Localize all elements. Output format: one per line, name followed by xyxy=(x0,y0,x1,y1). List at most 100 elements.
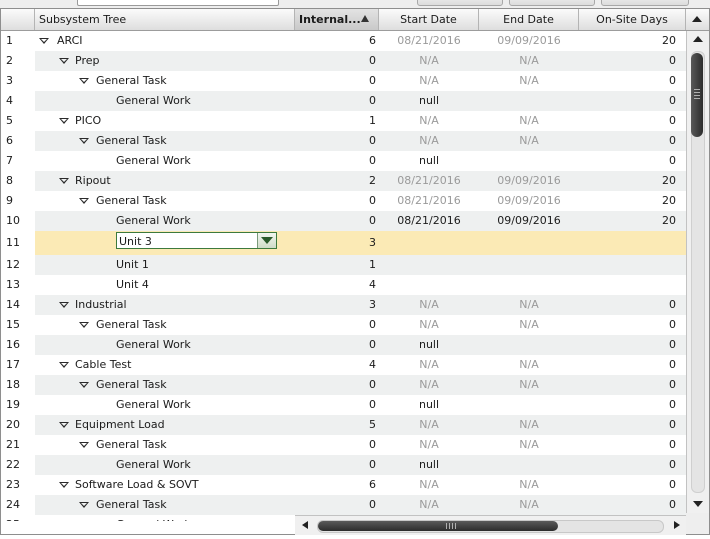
tree-label: Equipment Load xyxy=(75,418,165,431)
scroll-up-icon[interactable] xyxy=(687,31,709,48)
end-date: N/A xyxy=(519,298,539,311)
table-row[interactable]: 17 Cable Test 4 N/A N/A 0 xyxy=(1,355,686,375)
header-corner[interactable] xyxy=(686,9,709,30)
tree-cell[interactable]: Industrial xyxy=(35,295,295,315)
table-row[interactable]: 1 ARCI 6 08/21/2016 09/09/2016 20 xyxy=(1,31,686,51)
tree-cell[interactable]: PICO xyxy=(35,111,295,131)
expand-toggle-icon[interactable] xyxy=(59,118,69,124)
table-row[interactable]: 7 General Work 0 null 0 xyxy=(1,151,686,171)
tree-cell[interactable]: Equipment Load xyxy=(35,415,295,435)
tree-cell[interactable]: General Work xyxy=(35,335,295,355)
vertical-scroll-thumb[interactable] xyxy=(691,53,703,137)
table-row[interactable]: 18 General Task 0 N/A N/A 0 xyxy=(1,375,686,395)
table-row[interactable]: 11 Unit 3 3 xyxy=(1,231,686,255)
table-row[interactable]: 16 General Work 0 null 0 xyxy=(1,335,686,355)
table-row[interactable]: 23 Software Load & SOVT 6 N/A N/A 0 xyxy=(1,475,686,495)
header-row-number[interactable] xyxy=(1,9,35,30)
table-row[interactable]: 10 General Work 0 08/21/2016 09/09/2016 20 xyxy=(1,211,686,231)
thumb-grip xyxy=(446,523,447,529)
table-row[interactable]: 22 General Work 0 null 0 xyxy=(1,455,686,475)
internal-value: 6 xyxy=(369,34,376,47)
toolbar-button-2[interactable] xyxy=(509,0,595,6)
header-end-date[interactable]: End Date xyxy=(479,9,579,30)
row-number: 21 xyxy=(1,435,35,455)
header-on-site-days[interactable]: On-Site Days xyxy=(579,9,686,30)
header-internal[interactable]: Internal... xyxy=(295,9,379,30)
tree-label: General Work xyxy=(116,515,191,521)
table-row[interactable]: 8 Ripout 2 08/21/2016 09/09/2016 20 xyxy=(1,171,686,191)
scroll-down-icon[interactable] xyxy=(687,496,709,513)
end-date: N/A xyxy=(519,378,539,391)
start-date: null xyxy=(418,94,440,107)
table-row[interactable]: 24 General Task 0 N/A N/A 0 xyxy=(1,495,686,515)
tree-cell[interactable]: Unit 1 xyxy=(35,255,295,275)
header-start-date[interactable]: Start Date xyxy=(379,9,479,30)
table-row[interactable]: 13 Unit 4 4 xyxy=(1,275,686,295)
table-row[interactable]: 14 Industrial 3 N/A N/A 0 xyxy=(1,295,686,315)
tree-cell[interactable]: Software Load & SOVT xyxy=(35,475,295,495)
row-number: 23 xyxy=(1,475,35,495)
vertical-scrollbar[interactable] xyxy=(686,31,709,513)
expand-toggle-icon[interactable] xyxy=(79,442,89,448)
table-row[interactable]: 9 General Task 0 08/21/2016 09/09/2016 20 xyxy=(1,191,686,211)
thumb-grip xyxy=(694,89,700,90)
tree-cell[interactable]: General Task xyxy=(35,495,295,515)
tree-cell[interactable]: General Task xyxy=(35,191,295,211)
end-date: N/A xyxy=(519,318,539,331)
horizontal-scrollbar[interactable] xyxy=(295,515,686,535)
table-row[interactable]: 2 Prep 0 N/A N/A 0 xyxy=(1,51,686,71)
toolbar-input[interactable] xyxy=(77,0,279,6)
scroll-right-icon[interactable] xyxy=(668,516,686,535)
table-row[interactable]: 6 General Task 0 N/A N/A 0 xyxy=(1,131,686,151)
tree-cell[interactable]: Prep xyxy=(35,51,295,71)
header-subsystem-tree[interactable]: Subsystem Tree xyxy=(35,9,295,30)
expand-toggle-icon[interactable] xyxy=(79,198,89,204)
expand-toggle-icon[interactable] xyxy=(79,78,89,84)
tree-label: Cable Test xyxy=(75,358,132,371)
expand-toggle-icon[interactable] xyxy=(79,138,89,144)
tree-cell[interactable]: Ripout xyxy=(35,171,295,191)
table-row[interactable]: 15 General Task 0 N/A N/A 0 xyxy=(1,315,686,335)
tree-cell[interactable]: General Work xyxy=(35,91,295,111)
expand-toggle-icon[interactable] xyxy=(59,58,69,64)
table-row[interactable]: 3 General Task 0 N/A N/A 0 xyxy=(1,71,686,91)
table-row[interactable]: 4 General Work 0 null 0 xyxy=(1,91,686,111)
table-row[interactable]: 12 Unit 1 1 xyxy=(1,255,686,275)
tree-cell[interactable]: Cable Test xyxy=(35,355,295,375)
tree-cell[interactable]: General Task xyxy=(35,375,295,395)
toolbar-button-3[interactable] xyxy=(601,0,689,6)
toolbar-button-1[interactable] xyxy=(417,0,503,6)
row-number: 24 xyxy=(1,495,35,515)
tree-cell[interactable]: General Task xyxy=(35,131,295,151)
expand-toggle-icon[interactable] xyxy=(79,322,89,328)
expand-toggle-icon[interactable] xyxy=(79,382,89,388)
tree-cell[interactable]: General Work xyxy=(35,455,295,475)
tree-cell[interactable]: General Task xyxy=(35,315,295,335)
table-row[interactable]: 19 General Work 0 null 0 xyxy=(1,395,686,415)
horizontal-scroll-thumb[interactable] xyxy=(318,521,558,531)
tree-cell[interactable]: General Task xyxy=(35,435,295,455)
table-row[interactable]: 21 General Task 0 N/A N/A 0 xyxy=(1,435,686,455)
expand-toggle-icon[interactable] xyxy=(59,302,69,308)
table-row[interactable]: 20 Equipment Load 5 N/A N/A 0 xyxy=(1,415,686,435)
expand-toggle-icon[interactable] xyxy=(59,178,69,184)
tree-cell[interactable]: General Work xyxy=(35,395,295,415)
expand-toggle-icon[interactable] xyxy=(59,482,69,488)
tree-cell[interactable]: General Work xyxy=(35,151,295,171)
scroll-left-icon[interactable] xyxy=(297,516,315,535)
row-number: 25 xyxy=(1,515,35,521)
expand-toggle-icon[interactable] xyxy=(59,422,69,428)
unit-combo-editor[interactable]: Unit 3 xyxy=(116,232,277,249)
expand-toggle-icon[interactable] xyxy=(59,362,69,368)
chevron-down-icon[interactable] xyxy=(257,233,276,248)
tree-cell[interactable]: General Task xyxy=(35,71,295,91)
expand-toggle-icon[interactable] xyxy=(79,502,89,508)
expand-toggle-icon[interactable] xyxy=(39,38,49,44)
tree-cell[interactable]: ARCI xyxy=(35,31,295,51)
tree-cell[interactable]: Unit 4 xyxy=(35,275,295,295)
tree-cell[interactable]: General Work xyxy=(35,211,295,231)
tree-cell[interactable]: Unit 3 xyxy=(35,231,295,255)
tree-cell[interactable]: General Work xyxy=(35,515,295,521)
table-row[interactable]: 5 PICO 1 N/A N/A 0 xyxy=(1,111,686,131)
start-date: 08/21/2016 xyxy=(397,194,461,207)
